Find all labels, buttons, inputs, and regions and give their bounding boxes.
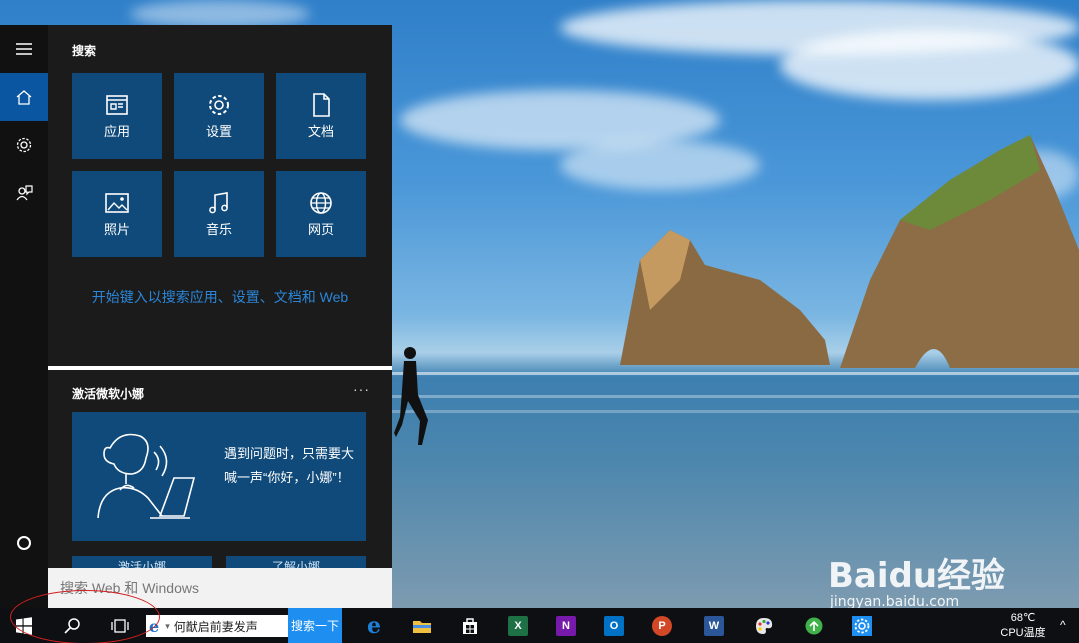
- right-rock-icon: [840, 135, 1079, 368]
- tile-settings-label: 设置: [205, 124, 232, 139]
- cortana-section-title: 激活微软小娜: [72, 387, 145, 401]
- home-button[interactable]: [0, 73, 48, 121]
- green-circle-app-icon: [805, 617, 823, 634]
- home-icon: [16, 90, 32, 105]
- tile-music[interactable]: 音乐: [174, 171, 264, 257]
- tile-documents[interactable]: 文档: [276, 73, 366, 159]
- document-icon: [313, 93, 330, 117]
- music-note-icon: [209, 192, 228, 214]
- cortana-card: 遇到问题时，只需要大喊一声“你好，小娜”！: [72, 412, 366, 541]
- hamburger-menu-icon: [16, 43, 32, 55]
- section-divider: [48, 366, 392, 370]
- gear-icon: [16, 137, 32, 153]
- photo-icon: [105, 193, 129, 213]
- dropdown-icon: ▾: [165, 620, 170, 631]
- settings-button[interactable]: [0, 121, 48, 169]
- taskbar-powerpoint[interactable]: P: [638, 608, 686, 643]
- feedback-button[interactable]: [0, 169, 48, 217]
- search-section-title: 搜索: [72, 44, 97, 58]
- taskbar: e ▾ 何猷启前妻发声 搜索一下 e X N O P W 68℃ CPU温度 ^: [0, 608, 1079, 643]
- tile-apps[interactable]: 应用: [72, 73, 162, 159]
- onenote-icon: N: [556, 615, 576, 636]
- cpu-temperature-widget[interactable]: 68℃ CPU温度: [995, 611, 1051, 641]
- store-icon: [463, 617, 477, 634]
- cortana-search-panel: 搜索 应用 设置 文档 照片 音乐 网页 开始键入以搜索应用、设置、文档和 We…: [0, 25, 392, 608]
- globe-icon: [310, 192, 332, 214]
- runner-silhouette-icon: [394, 347, 428, 445]
- ie-search-bar[interactable]: e ▾ 何猷启前妻发声: [146, 615, 288, 637]
- watermark-brand: Baidu经验: [828, 556, 1006, 596]
- hamburger-menu-button[interactable]: [0, 25, 48, 73]
- taskbar-word[interactable]: W: [690, 608, 738, 643]
- outlook-icon: O: [604, 615, 624, 636]
- taskbar-outlook[interactable]: O: [590, 608, 638, 643]
- taskbar-green-app[interactable]: [790, 608, 838, 643]
- folder-icon: [413, 620, 431, 633]
- tile-photos[interactable]: 照片: [72, 171, 162, 257]
- edge-icon: e: [367, 612, 381, 639]
- cortana-card-text: 遇到问题时，只需要大喊一声“你好，小娜”！: [224, 446, 355, 485]
- more-options-button[interactable]: ···: [353, 381, 370, 397]
- search-go-button[interactable]: 搜索一下: [288, 608, 342, 643]
- tile-documents-label: 文档: [307, 124, 334, 139]
- ie-search-text: 何猷启前妻发声: [173, 619, 258, 634]
- taskbar-excel[interactable]: X: [494, 608, 542, 643]
- cortana-circle-icon: [17, 536, 31, 550]
- tile-web-label: 网页: [307, 222, 334, 237]
- tile-music-label: 音乐: [205, 222, 232, 237]
- taskbar-onenote[interactable]: N: [542, 608, 590, 643]
- annotation-ellipse: [10, 590, 160, 643]
- taskbar-edge[interactable]: e: [350, 608, 398, 643]
- tile-apps-label: 应用: [103, 124, 130, 139]
- cpu-temp-label: CPU温度: [1000, 627, 1046, 639]
- temperature-value: 68℃: [1010, 612, 1036, 624]
- paint-palette-icon: [756, 617, 773, 634]
- powerpoint-icon: P: [652, 615, 672, 636]
- excel-icon: X: [508, 615, 528, 636]
- left-rail: [0, 25, 48, 608]
- gear-icon: [852, 615, 872, 636]
- taskbar-store[interactable]: [446, 608, 494, 643]
- gear-icon: [209, 95, 229, 115]
- panel-main: 搜索 应用 设置 文档 照片 音乐 网页 开始键入以搜索应用、设置、文档和 We…: [48, 25, 392, 608]
- cortana-button[interactable]: [0, 519, 48, 567]
- tile-settings[interactable]: 设置: [174, 73, 264, 159]
- search-hint-text: 开始键入以搜索应用、设置、文档和 Web: [91, 289, 349, 305]
- cortana-illustration-icon: [97, 433, 196, 519]
- left-rock-icon: [620, 230, 830, 365]
- tile-photos-label: 照片: [103, 222, 130, 237]
- app-window-icon: [106, 95, 128, 115]
- feedback-icon: [16, 185, 33, 201]
- word-icon: W: [704, 615, 724, 636]
- taskbar-file-explorer[interactable]: [398, 608, 446, 643]
- tile-web[interactable]: 网页: [276, 171, 366, 257]
- taskbar-paint[interactable]: [740, 608, 788, 643]
- show-hidden-icons-button[interactable]: ^: [1060, 618, 1066, 632]
- watermark-url: jingyan.baidu.com: [830, 594, 960, 608]
- taskbar-settings[interactable]: [838, 608, 886, 643]
